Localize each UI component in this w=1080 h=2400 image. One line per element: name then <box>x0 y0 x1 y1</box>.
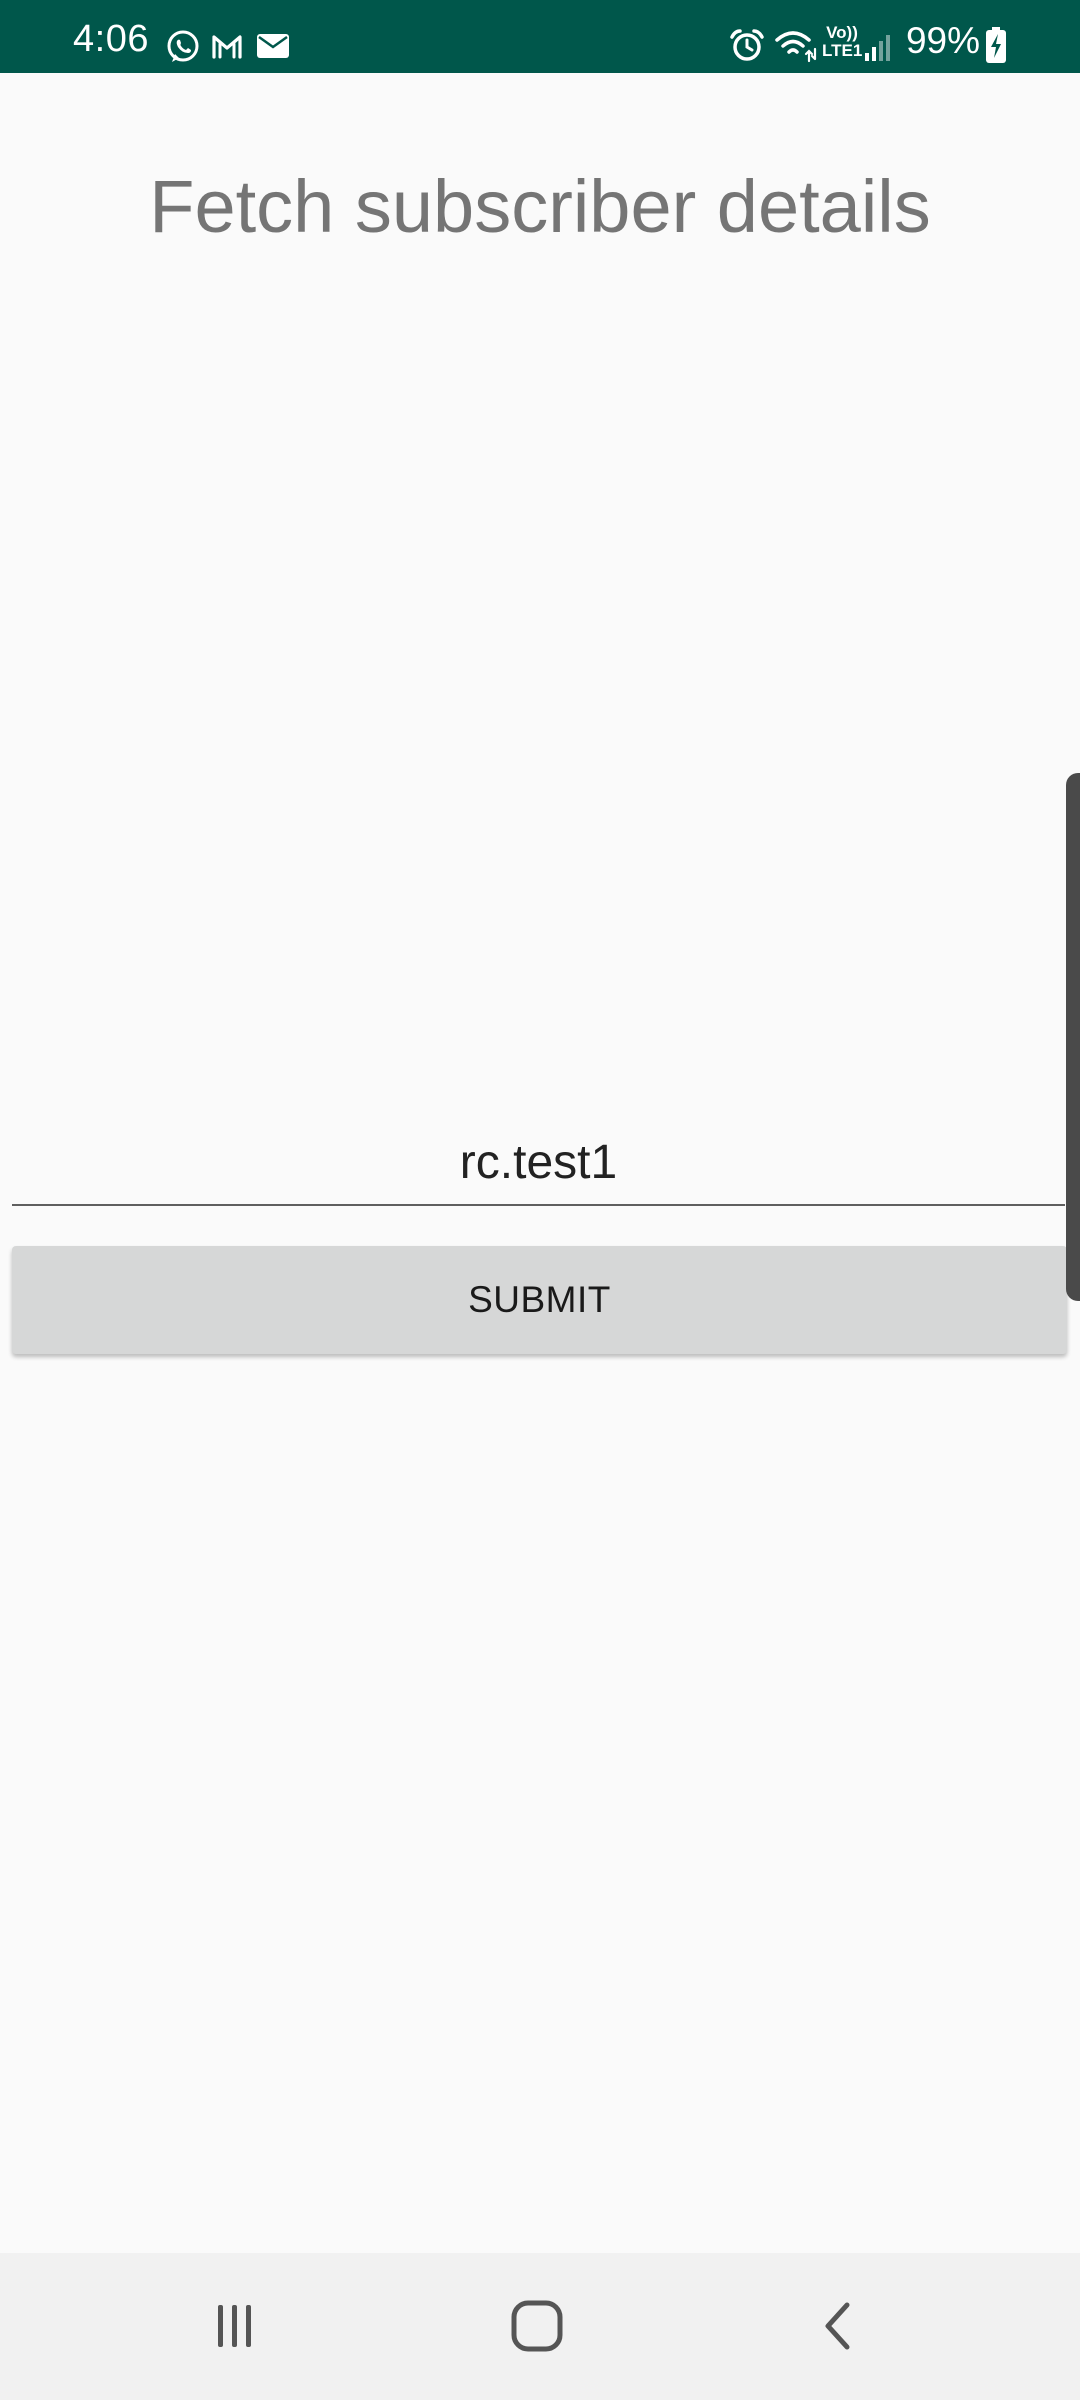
gmail-icon <box>212 35 242 59</box>
page-title: Fetch subscriber details <box>149 165 931 248</box>
home-button[interactable] <box>482 2271 592 2381</box>
alarm-icon <box>730 29 764 61</box>
recent-apps-button[interactable] <box>180 2271 290 2381</box>
edge-panel-handle[interactable] <box>1066 773 1080 1301</box>
email-icon <box>257 34 289 58</box>
home-icon <box>511 2300 563 2352</box>
signal-icon <box>865 35 890 61</box>
back-icon <box>825 2302 850 2350</box>
recent-apps-icon <box>218 2305 251 2347</box>
battery-percentage: 99% <box>905 20 980 61</box>
whatsapp-icon <box>167 30 199 62</box>
volte-icon: Vo)) LTE1 <box>822 24 862 59</box>
status-bar: 4:06 Vo)) LTE1 99% <box>0 0 1080 73</box>
battery-charging-icon <box>986 27 1006 63</box>
wifi-icon <box>775 31 817 63</box>
navigation-bar <box>0 2253 1080 2400</box>
submit-button[interactable]: SUBMIT <box>12 1246 1067 1354</box>
volte-top-text: Vo)) <box>826 23 858 42</box>
subscriber-id-input[interactable] <box>12 1120 1065 1206</box>
back-button[interactable] <box>784 2271 894 2381</box>
volte-bottom-text: LTE1 <box>822 41 863 60</box>
status-time: 4:06 <box>73 18 149 60</box>
